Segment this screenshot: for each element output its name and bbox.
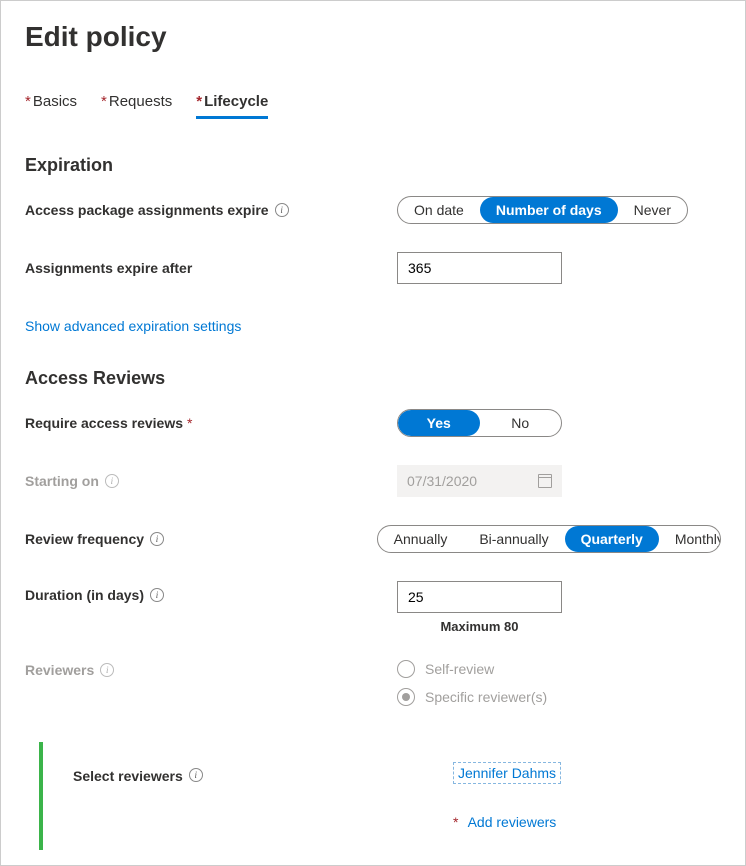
radio-icon xyxy=(397,688,415,706)
starting-on-label: Starting on xyxy=(25,473,99,489)
review-frequency-label: Review frequency xyxy=(25,531,144,547)
seg-never[interactable]: Never xyxy=(618,197,687,223)
duration-input[interactable] xyxy=(397,581,562,613)
require-reviews-segmented: Yes No xyxy=(397,409,562,437)
info-icon: i xyxy=(100,663,114,677)
seg-number-of-days[interactable]: Number of days xyxy=(480,197,618,223)
seg-bi-annually[interactable]: Bi-annually xyxy=(463,526,564,552)
starting-on-value: 07/31/2020 xyxy=(407,473,477,489)
tab-requests-label: Requests xyxy=(109,93,172,110)
info-icon[interactable]: i xyxy=(150,588,164,602)
reviewers-label: Reviewers xyxy=(25,662,94,678)
radio-self-review-label: Self-review xyxy=(425,661,494,677)
tab-requests[interactable]: *Requests xyxy=(101,93,172,119)
info-icon: i xyxy=(105,474,119,488)
required-star: * xyxy=(101,93,107,110)
required-star: * xyxy=(453,814,458,830)
reviewer-chip[interactable]: Jennifer Dahms xyxy=(453,762,561,784)
info-icon[interactable]: i xyxy=(275,203,289,217)
tabs-bar: *Basics *Requests *Lifecycle xyxy=(25,93,721,119)
advanced-expiration-link[interactable]: Show advanced expiration settings xyxy=(25,318,241,334)
starting-on-date: 07/31/2020 xyxy=(397,465,562,497)
required-star: * xyxy=(196,93,202,110)
assignments-expire-after-input[interactable] xyxy=(397,252,562,284)
duration-hint: Maximum 80 xyxy=(397,619,562,634)
seg-on-date[interactable]: On date xyxy=(398,197,480,223)
select-reviewers-label: Select reviewers xyxy=(73,768,183,784)
seg-yes[interactable]: Yes xyxy=(398,410,480,436)
tab-basics[interactable]: *Basics xyxy=(25,93,77,119)
radio-self-review: Self-review xyxy=(397,660,547,678)
calendar-icon xyxy=(538,474,552,488)
radio-icon xyxy=(397,660,415,678)
info-icon[interactable]: i xyxy=(189,768,203,782)
page-title: Edit policy xyxy=(25,21,721,53)
tab-lifecycle[interactable]: *Lifecycle xyxy=(196,93,268,119)
tab-basics-label: Basics xyxy=(33,93,77,110)
assignments-expire-label: Access package assignments expire xyxy=(25,202,269,218)
select-reviewers-block: Select reviewers i Jennifer Dahms * Add … xyxy=(39,742,721,850)
seg-annually[interactable]: Annually xyxy=(378,526,464,552)
expiration-heading: Expiration xyxy=(25,155,721,176)
seg-no[interactable]: No xyxy=(480,410,562,436)
add-reviewers-link[interactable]: Add reviewers xyxy=(468,814,557,830)
require-access-reviews-label: Require access reviews xyxy=(25,415,183,431)
tab-lifecycle-label: Lifecycle xyxy=(204,93,268,110)
seg-quarterly[interactable]: Quarterly xyxy=(565,526,659,552)
assignments-expire-after-label: Assignments expire after xyxy=(25,260,192,276)
radio-specific-reviewers-label: Specific reviewer(s) xyxy=(425,689,547,705)
expire-type-segmented: On date Number of days Never xyxy=(397,196,688,224)
info-icon[interactable]: i xyxy=(150,532,164,546)
seg-monthly[interactable]: Monthly xyxy=(659,526,721,552)
required-star: * xyxy=(187,415,192,431)
review-frequency-segmented: Annually Bi-annually Quarterly Monthly xyxy=(377,525,721,553)
required-star: * xyxy=(25,93,31,110)
duration-label: Duration (in days) xyxy=(25,587,144,603)
access-reviews-heading: Access Reviews xyxy=(25,368,721,389)
radio-specific-reviewers: Specific reviewer(s) xyxy=(397,688,547,706)
